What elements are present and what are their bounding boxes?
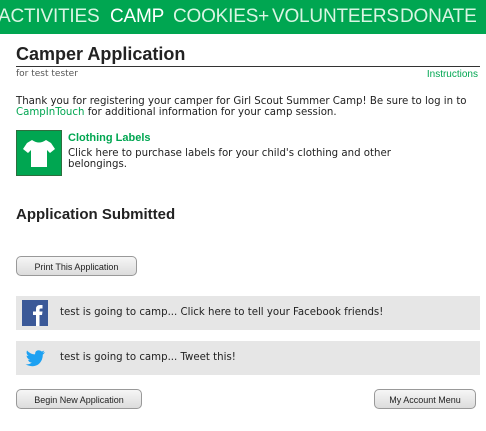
twitter-share-panel[interactable]: test is going to camp... Tweet this!	[16, 341, 480, 375]
print-application-button[interactable]: Print This Application	[16, 256, 137, 276]
clothing-labels-title[interactable]: Clothing Labels	[68, 132, 151, 144]
page-title: Camper Application	[16, 44, 186, 64]
clothing-labels-promo[interactable]: Clothing Labels Click here to purchase l…	[16, 130, 482, 178]
nav-item-cookies[interactable]: COOKIES+	[173, 6, 269, 28]
nav-item-donate[interactable]: DONATE	[400, 6, 477, 28]
twitter-icon[interactable]	[22, 345, 48, 371]
begin-new-application-button[interactable]: Begin New Application	[16, 389, 142, 409]
facebook-share-panel[interactable]: test is going to camp... Click here to t…	[16, 296, 480, 330]
campintouch-link[interactable]: CampInTouch	[16, 107, 84, 118]
my-account-menu-button[interactable]: My Account Menu	[374, 389, 476, 409]
facebook-share-text[interactable]: test is going to camp... Click here to t…	[60, 307, 383, 318]
nav-item-volunteers[interactable]: VOLUNTEERS	[272, 6, 399, 28]
intro-text-after: for additional information for your camp…	[84, 107, 337, 118]
twitter-share-text[interactable]: test is going to camp... Tweet this!	[60, 352, 236, 363]
status-heading: Application Submitted	[16, 206, 176, 223]
main-content: Camper Application for test tester Instr…	[0, 34, 486, 431]
applicant-name: for test tester	[16, 69, 78, 79]
title-divider	[16, 66, 480, 67]
nav-item-activities[interactable]: ACTIVITIES	[0, 6, 100, 28]
top-navigation: ACTIVITIES CAMP COOKIES+ VOLUNTEERS DONA…	[0, 0, 486, 34]
intro-text-before: Thank you for registering your camper fo…	[16, 96, 467, 107]
facebook-icon[interactable]	[22, 300, 48, 326]
clothing-labels-description: Click here to purchase labels for your c…	[68, 148, 391, 170]
instructions-link[interactable]: Instructions	[427, 69, 478, 80]
shirt-icon[interactable]	[16, 130, 62, 176]
intro-message: Thank you for registering your camper fo…	[16, 96, 482, 118]
nav-item-camp[interactable]: CAMP	[110, 6, 164, 28]
